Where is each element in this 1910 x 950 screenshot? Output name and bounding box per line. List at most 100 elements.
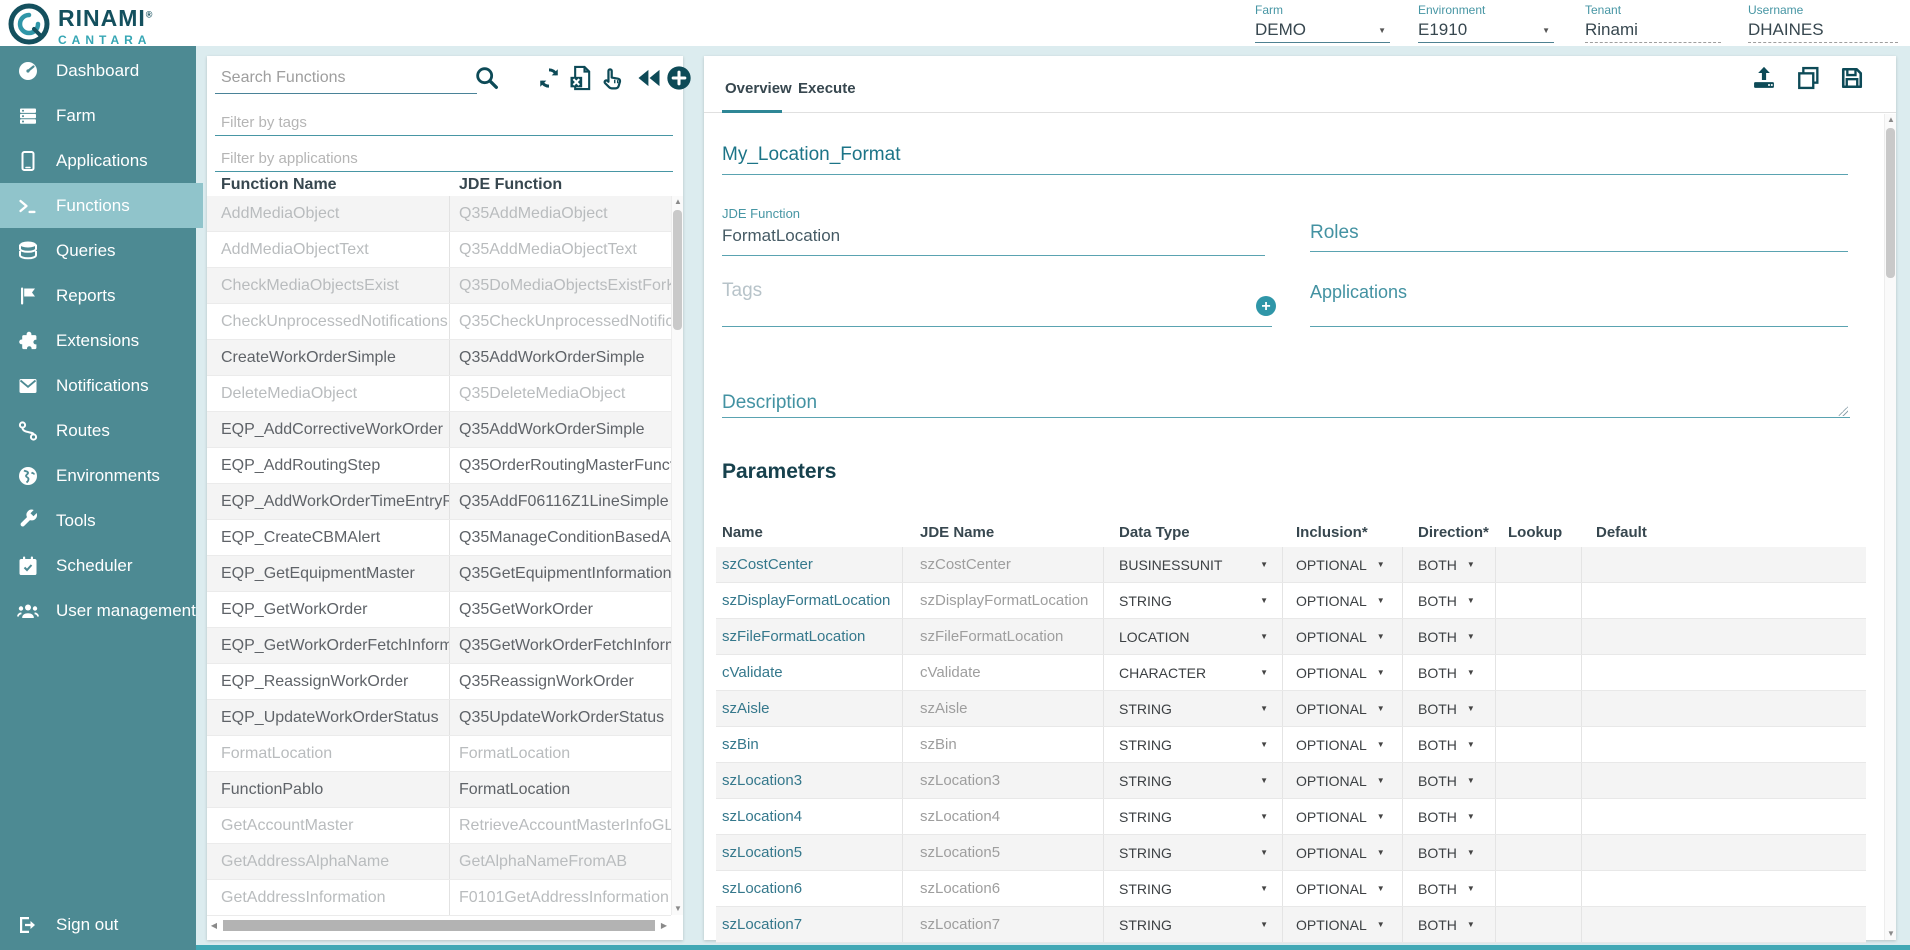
- sidebar-item-routes[interactable]: Routes: [0, 408, 196, 453]
- description-textarea[interactable]: [722, 392, 1850, 418]
- param-direction-select[interactable]: BOTH▼: [1403, 799, 1496, 834]
- function-row[interactable]: DeleteMediaObject Q35DeleteMediaObject: [207, 376, 671, 412]
- save-icon[interactable]: [1838, 64, 1866, 92]
- rewind-icon[interactable]: [635, 64, 663, 92]
- param-direction-select[interactable]: BOTH▼: [1403, 619, 1496, 654]
- excel-export-icon[interactable]: [567, 64, 595, 92]
- param-inclusion-select[interactable]: OPTIONAL▼: [1283, 547, 1403, 582]
- search-icon[interactable]: [473, 64, 501, 92]
- param-name-link[interactable]: szLocation5: [716, 835, 903, 870]
- add-tag-icon[interactable]: +: [1256, 296, 1276, 316]
- upload-icon[interactable]: [1750, 64, 1778, 92]
- param-data-type-select[interactable]: STRING▼: [1104, 583, 1283, 618]
- sidebar-item-applications[interactable]: Applications: [0, 138, 196, 183]
- param-inclusion-select[interactable]: OPTIONAL▼: [1283, 619, 1403, 654]
- session-field-farm[interactable]: Farm DEMO▼: [1255, 3, 1390, 45]
- param-inclusion-select[interactable]: OPTIONAL▼: [1283, 763, 1403, 798]
- param-name-link[interactable]: szLocation4: [716, 799, 903, 834]
- sidebar-item-scheduler[interactable]: Scheduler: [0, 543, 196, 588]
- param-inclusion-select[interactable]: OPTIONAL▼: [1283, 835, 1403, 870]
- scrollbar-thumb[interactable]: [223, 920, 655, 931]
- param-data-type-select[interactable]: BUSINESSUNIT▼: [1104, 547, 1283, 582]
- function-row[interactable]: AddMediaObject Q35AddMediaObject: [207, 196, 671, 232]
- param-direction-select[interactable]: BOTH▼: [1403, 583, 1496, 618]
- field-value[interactable]: E1910▼: [1418, 20, 1554, 43]
- scroll-up-icon[interactable]: ▲: [672, 196, 684, 208]
- param-direction-select[interactable]: BOTH▼: [1403, 763, 1496, 798]
- tab-overview[interactable]: Overview: [725, 80, 792, 97]
- function-row[interactable]: EQP_GetWorkOrder Q35GetWorkOrder: [207, 592, 671, 628]
- jde-function-input[interactable]: [722, 226, 1265, 256]
- param-data-type-select[interactable]: STRING▼: [1104, 835, 1283, 870]
- param-name-link[interactable]: szLocation6: [716, 871, 903, 906]
- sidebar-item-dashboard[interactable]: Dashboard: [0, 48, 196, 93]
- param-name-link[interactable]: szLocation7: [716, 907, 903, 942]
- function-row[interactable]: EQP_AddCorrectiveWorkOrder Q35AddWorkOrd…: [207, 412, 671, 448]
- param-data-type-select[interactable]: LOCATION▼: [1104, 619, 1283, 654]
- param-data-type-select[interactable]: STRING▼: [1104, 691, 1283, 726]
- scrollbar-thumb[interactable]: [673, 210, 682, 330]
- scrollbar-thumb[interactable]: [1886, 128, 1895, 278]
- sidebar-item-sign-out[interactable]: Sign out: [0, 904, 196, 946]
- function-row[interactable]: EQP_GetEquipmentMaster Q35GetEquipmentIn…: [207, 556, 671, 592]
- function-row[interactable]: EQP_AddWorkOrderTimeEntryRecord Q35AddF0…: [207, 484, 671, 520]
- param-data-type-select[interactable]: STRING▼: [1104, 727, 1283, 762]
- function-row[interactable]: EQP_CreateCBMAlert Q35ManageConditionBas…: [207, 520, 671, 556]
- sidebar-item-tools[interactable]: Tools: [0, 498, 196, 543]
- function-row[interactable]: GetAccountMaster RetrieveAccountMasterIn…: [207, 808, 671, 844]
- sidebar-item-notifications[interactable]: Notifications: [0, 363, 196, 408]
- function-row[interactable]: AddMediaObjectText Q35AddMediaObjectText: [207, 232, 671, 268]
- param-direction-select[interactable]: BOTH▼: [1403, 691, 1496, 726]
- param-name-link[interactable]: szAisle: [716, 691, 903, 726]
- session-field-environment[interactable]: Environment E1910▼: [1418, 3, 1554, 45]
- param-direction-select[interactable]: BOTH▼: [1403, 871, 1496, 906]
- param-inclusion-select[interactable]: OPTIONAL▼: [1283, 871, 1403, 906]
- param-name-link[interactable]: szDisplayFormatLocation: [716, 583, 903, 618]
- param-direction-select[interactable]: BOTH▼: [1403, 547, 1496, 582]
- function-row[interactable]: EQP_AddRoutingStep Q35OrderRoutingMaster…: [207, 448, 671, 484]
- filter-by-applications-input[interactable]: [215, 148, 673, 172]
- refresh-icon[interactable]: [535, 64, 563, 92]
- sidebar-item-environments[interactable]: Environments: [0, 453, 196, 498]
- sidebar-item-farm[interactable]: Farm: [0, 93, 196, 138]
- scroll-down-icon[interactable]: ▼: [672, 903, 684, 915]
- scroll-down-icon[interactable]: ▼: [1885, 928, 1897, 940]
- param-direction-select[interactable]: BOTH▼: [1403, 907, 1496, 942]
- param-direction-select[interactable]: BOTH▼: [1403, 727, 1496, 762]
- field-value[interactable]: DEMO▼: [1255, 20, 1390, 43]
- param-name-link[interactable]: szLocation3: [716, 763, 903, 798]
- add-function-icon[interactable]: [665, 64, 693, 92]
- param-inclusion-select[interactable]: OPTIONAL▼: [1283, 727, 1403, 762]
- sidebar-item-extensions[interactable]: Extensions: [0, 318, 196, 363]
- function-row[interactable]: EQP_ReassignWorkOrder Q35ReassignWorkOrd…: [207, 664, 671, 700]
- filter-by-tags-input[interactable]: [215, 112, 673, 136]
- param-name-link[interactable]: cValidate: [716, 655, 903, 690]
- param-direction-select[interactable]: BOTH▼: [1403, 655, 1496, 690]
- param-name-link[interactable]: szBin: [716, 727, 903, 762]
- copy-icon[interactable]: [1794, 64, 1822, 92]
- param-data-type-select[interactable]: STRING▼: [1104, 871, 1283, 906]
- param-direction-select[interactable]: BOTH▼: [1403, 835, 1496, 870]
- param-data-type-select[interactable]: STRING▼: [1104, 763, 1283, 798]
- param-data-type-select[interactable]: STRING▼: [1104, 907, 1283, 942]
- function-row[interactable]: EQP_GetWorkOrderFetchInformation Q35GetW…: [207, 628, 671, 664]
- param-data-type-select[interactable]: CHARACTER▼: [1104, 655, 1283, 690]
- detail-vertical-scrollbar[interactable]: ▲ ▼: [1884, 114, 1896, 940]
- hand-pointer-icon[interactable]: [599, 64, 627, 92]
- scroll-up-icon[interactable]: ▲: [1885, 114, 1897, 126]
- sidebar-item-user-management[interactable]: User management: [0, 588, 196, 633]
- roles-input[interactable]: [1310, 222, 1848, 252]
- param-inclusion-select[interactable]: OPTIONAL▼: [1283, 691, 1403, 726]
- sidebar-item-queries[interactable]: Queries: [0, 228, 196, 273]
- function-row[interactable]: CheckMediaObjectsExist Q35DoMediaObjects…: [207, 268, 671, 304]
- function-row[interactable]: CreateWorkOrderSimple Q35AddWorkOrderSim…: [207, 340, 671, 376]
- function-row[interactable]: GetAddressInformation F0101GetAddressInf…: [207, 880, 671, 916]
- function-row[interactable]: FormatLocation FormatLocation: [207, 736, 671, 772]
- param-inclusion-select[interactable]: OPTIONAL▼: [1283, 655, 1403, 690]
- search-input[interactable]: [215, 66, 477, 94]
- param-data-type-select[interactable]: STRING▼: [1104, 799, 1283, 834]
- param-inclusion-select[interactable]: OPTIONAL▼: [1283, 583, 1403, 618]
- function-row[interactable]: CheckUnprocessedNotifications Q35CheckUn…: [207, 304, 671, 340]
- function-name-input[interactable]: [722, 144, 1848, 175]
- param-inclusion-select[interactable]: OPTIONAL▼: [1283, 907, 1403, 942]
